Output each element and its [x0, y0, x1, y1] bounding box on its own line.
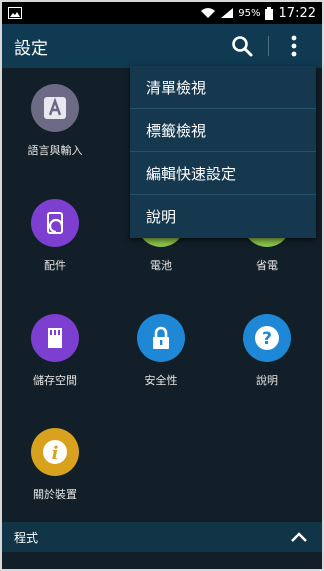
page-title: 設定 — [14, 38, 48, 59]
status-bar: 95% 17:22 — [2, 2, 322, 24]
signal-icon — [221, 8, 234, 18]
wifi-icon — [201, 8, 216, 18]
grid-item-language-input[interactable]: 語言與輸入 — [2, 84, 108, 158]
menu-item-list-view[interactable]: 清單檢視 — [130, 66, 316, 109]
section-header-apps[interactable]: 程式 — [2, 522, 322, 552]
action-bar-divider — [268, 36, 269, 56]
grid-item-label: 配件 — [44, 259, 66, 272]
settings-screen: 95% 17:22 設定 語言與輸入 配件 電池 省電 儲存空間 安全性 ? 說… — [2, 2, 322, 569]
grid-item-label: 語言與輸入 — [27, 144, 83, 157]
clock: 17:22 — [278, 5, 316, 21]
language-icon — [31, 84, 79, 132]
battery-icon — [264, 6, 273, 20]
grid-item-label: 電池 — [150, 259, 172, 272]
grid-item-about-device[interactable]: i 關於裝置 — [2, 428, 108, 502]
battery-percent: 95% — [238, 7, 261, 19]
grid-item-label: 關於裝置 — [33, 488, 77, 501]
menu-item-help[interactable]: 說明 — [130, 195, 316, 238]
section-label: 程式 — [14, 530, 39, 545]
svg-text:?: ? — [262, 329, 272, 349]
svg-text:i: i — [52, 443, 59, 464]
more-options-icon[interactable] — [284, 34, 304, 58]
menu-item-tab-view[interactable]: 標籤檢視 — [130, 109, 316, 152]
help-icon: ? — [243, 314, 291, 362]
menu-item-edit-quick-settings[interactable]: 編輯快速設定 — [130, 152, 316, 195]
grid-item-security[interactable]: 安全性 — [108, 314, 214, 388]
action-bar: 設定 — [2, 24, 322, 68]
sd-card-icon — [31, 314, 79, 362]
gallery-notification-icon — [8, 7, 22, 19]
overflow-menu: 清單檢視 標籤檢視 編輯快速設定 說明 — [130, 66, 316, 238]
grid-item-label: 儲存空間 — [33, 374, 77, 387]
grid-item-label: 說明 — [256, 374, 278, 387]
info-icon: i — [31, 428, 79, 476]
lock-icon — [137, 314, 185, 362]
grid-item-label: 安全性 — [144, 374, 178, 387]
grid-item-help[interactable]: ? 說明 — [214, 314, 320, 388]
accessory-icon — [31, 199, 79, 247]
grid-item-storage[interactable]: 儲存空間 — [2, 314, 108, 388]
grid-item-label: 省電 — [256, 259, 278, 272]
chevron-up-icon[interactable] — [290, 529, 308, 545]
grid-item-accessory[interactable]: 配件 — [2, 199, 108, 273]
search-icon[interactable] — [230, 34, 254, 58]
